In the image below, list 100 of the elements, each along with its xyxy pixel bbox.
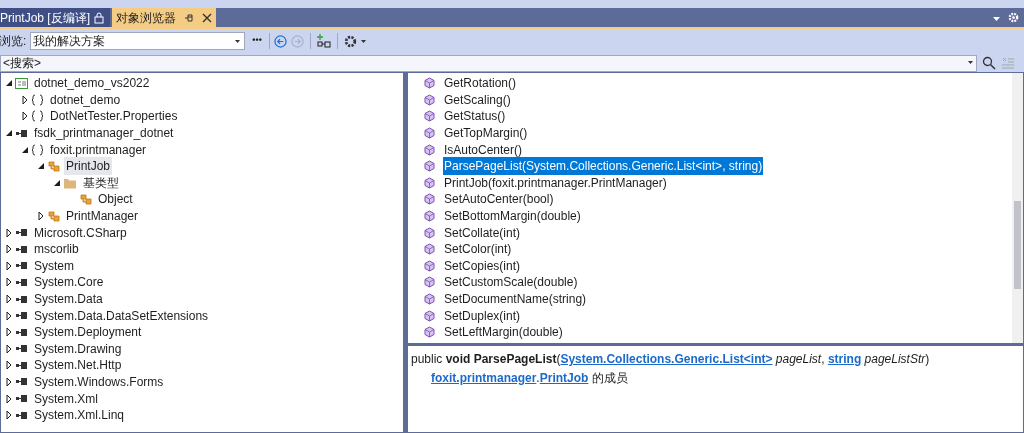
expand-icon[interactable] (21, 111, 29, 122)
member-item[interactable]: GetStatus() (443, 107, 507, 126)
add-reference-icon[interactable] (316, 34, 331, 48)
expand-icon[interactable] (5, 260, 13, 271)
scrollbar[interactable] (1012, 73, 1023, 343)
expand-icon[interactable] (5, 393, 13, 404)
member-item[interactable]: PrintJob(foxit.printmanager.PrintManager) (443, 173, 668, 192)
tree-item[interactable]: System.Core (32, 273, 106, 292)
member-item[interactable]: SetDocumentName(string) (443, 290, 588, 308)
assembly-icon (15, 293, 28, 305)
tree-item[interactable]: dotnet_demo_vs2022 (32, 74, 152, 93)
method-icon (424, 326, 435, 339)
braces-icon (31, 143, 44, 156)
tree-item[interactable]: System.Data.DataSetExtensions (32, 306, 211, 325)
link[interactable]: System.Collections.Generic.List<int> (560, 352, 773, 366)
tree-item[interactable]: System (32, 256, 76, 275)
member-item[interactable]: SetCollate(int) (443, 223, 522, 242)
tree-item[interactable]: PrintJob (64, 157, 113, 176)
tree-item[interactable]: System.Drawing (32, 339, 124, 358)
tree-item[interactable]: System.Xml.Linq (32, 406, 127, 425)
member-item[interactable]: SetColor(int) (443, 240, 513, 259)
expand-icon[interactable] (21, 94, 29, 105)
tree-item[interactable]: System.Windows.Forms (32, 373, 166, 391)
assembly-icon (15, 243, 28, 255)
assembly-icon (15, 393, 28, 405)
caret-icon[interactable] (968, 61, 973, 64)
expand-icon[interactable] (5, 310, 13, 321)
member-item[interactable]: GetScaling() (443, 90, 512, 109)
caret-icon[interactable] (360, 39, 366, 43)
assembly-icon (15, 276, 28, 288)
tree-item[interactable]: PrintManager (64, 207, 141, 226)
dropdown-icon[interactable] (993, 17, 1000, 21)
tree-item[interactable]: System.Deployment (32, 323, 144, 342)
back-icon[interactable] (273, 34, 287, 48)
expand-icon[interactable] (5, 327, 13, 338)
member-item[interactable]: ParsePageList(System.Collections.Generic.List<int>, string) (443, 157, 764, 176)
more-button[interactable]: ••• (249, 34, 265, 48)
link[interactable]: foxit.printmanager (431, 371, 537, 385)
member-of-text: 的成员 (590, 371, 628, 385)
member-item[interactable]: GetRotation() (443, 74, 518, 93)
collapse-icon[interactable] (37, 161, 45, 172)
class-icon (47, 159, 60, 173)
tab[interactable]: 对象浏览器 (112, 8, 217, 27)
member-item[interactable]: GetTopMargin() (443, 124, 529, 143)
collapse-icon[interactable] (5, 78, 13, 89)
expand-icon[interactable] (5, 360, 13, 371)
assembly-icon (15, 260, 28, 272)
member-item[interactable]: SetCustomScale(double) (443, 273, 579, 292)
expand-icon[interactable] (5, 227, 13, 238)
search-icon[interactable] (982, 55, 996, 70)
assembly-icon (15, 376, 28, 388)
member-item[interactable]: SetLeftMargin(double) (443, 323, 564, 342)
expand-icon[interactable] (5, 294, 13, 304)
tree-item[interactable]: mscorlib (32, 240, 81, 259)
member-item[interactable]: SetAutoCenter(bool) (443, 190, 555, 209)
tree-item[interactable]: System.Net.Http (32, 356, 124, 375)
tree-item[interactable]: Object (96, 190, 135, 209)
settings-icon[interactable] (343, 34, 357, 48)
tree-item[interactable]: 基类型 (81, 173, 121, 192)
member-item[interactable]: SetCopies(int) (443, 256, 522, 275)
member-item[interactable]: IsAutoCenter() (443, 140, 524, 159)
assembly-icon (15, 409, 28, 421)
signature-text: pageListStr) (863, 352, 930, 366)
expand-icon[interactable] (5, 277, 13, 288)
link[interactable]: string (827, 352, 862, 366)
collapse-icon[interactable] (5, 128, 13, 139)
method-icon (424, 309, 435, 322)
scrollbar-thumb[interactable] (1014, 201, 1021, 289)
tree-item[interactable]: Microsoft.CSharp (32, 223, 129, 242)
method-icon (424, 210, 435, 223)
class-icon (79, 192, 92, 206)
method-icon (424, 243, 435, 256)
close-icon (202, 12, 213, 23)
tree-item[interactable]: DotNetTester.Properties (48, 107, 180, 126)
expand-icon[interactable] (5, 343, 13, 354)
member-of-text: . (536, 371, 540, 385)
expand-icon[interactable] (5, 377, 13, 387)
tab[interactable]: PrintJob [反编译] (0, 8, 111, 27)
method-icon (424, 226, 435, 239)
tree-item[interactable]: fsdk_printmanager_dotnet (32, 124, 176, 143)
scope-dropdown[interactable]: 我的解决方案 (30, 32, 246, 50)
pin-icon (184, 12, 195, 23)
signature-text: public void ParsePageList( (411, 352, 561, 366)
expand-icon[interactable] (37, 211, 45, 222)
method-icon (424, 259, 435, 272)
browse-label: 浏览: (0, 33, 27, 50)
method-icon (424, 160, 435, 173)
expand-icon[interactable] (5, 244, 13, 255)
method-icon (424, 193, 435, 206)
tree-item[interactable]: dotnet_demo (48, 90, 123, 109)
expand-icon[interactable] (5, 410, 13, 421)
tree-item[interactable]: System.Xml (32, 389, 100, 408)
method-icon (424, 77, 435, 90)
tree-item[interactable]: foxit.printmanager (48, 140, 149, 159)
search-field[interactable]: <搜索> (0, 54, 977, 72)
caret-icon (235, 39, 241, 43)
tree-item[interactable]: System.Data (32, 290, 105, 308)
member-item[interactable]: SetDuplex(int) (443, 306, 522, 325)
assembly-icon (15, 359, 28, 371)
member-item[interactable]: SetBottomMargin(double) (443, 207, 582, 226)
